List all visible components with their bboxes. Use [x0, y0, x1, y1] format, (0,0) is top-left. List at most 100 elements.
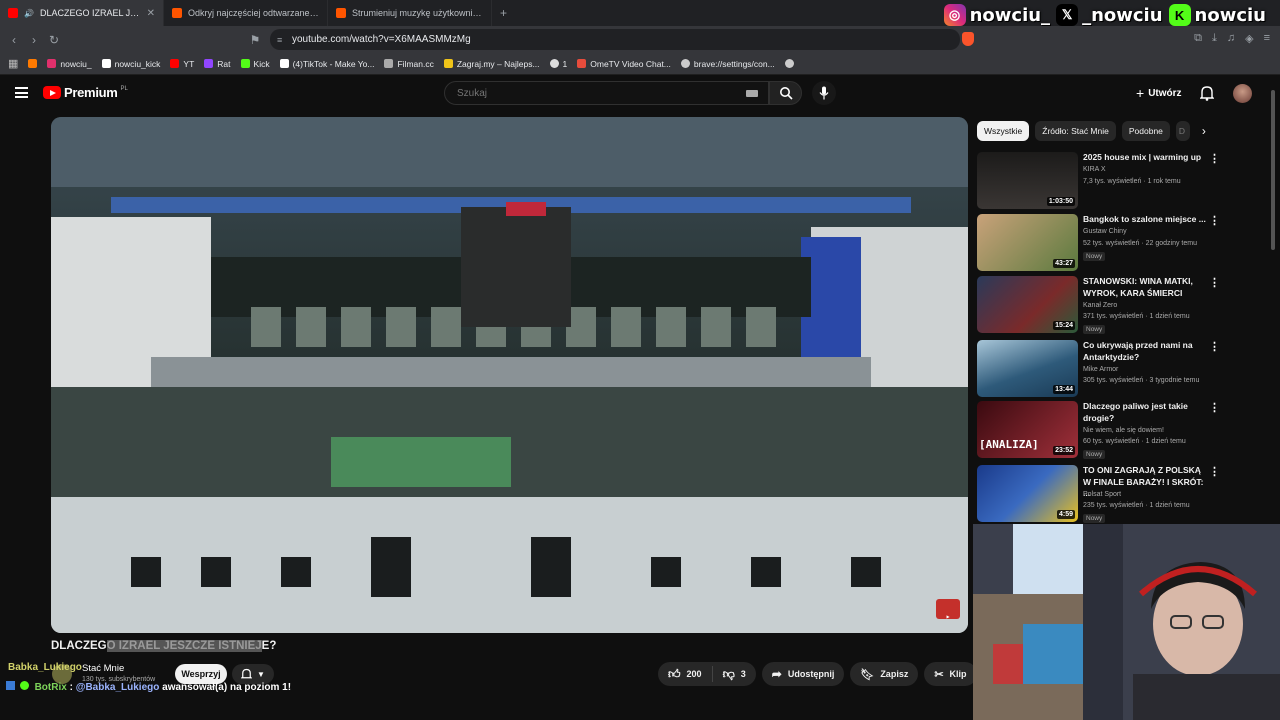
dislike-button[interactable]: 👎︎ 3 [713, 667, 756, 682]
chip-more[interactable]: D [1175, 121, 1190, 141]
subscribe-watermark-icon[interactable]: ▶ [936, 599, 960, 619]
recommendation-item[interactable]: 43:27 Bangkok to szalone miejsce ... Gus… [977, 214, 1267, 272]
wallet-icon[interactable]: ◈ [1245, 32, 1253, 45]
recommendation-filter-chips: Wszystkie Źródło: Stać Mnie Podobne D › [977, 121, 1206, 141]
more-vertical-icon[interactable]: ⋮ [1209, 340, 1220, 353]
share-icon: ➦ [771, 667, 782, 681]
filman-icon [384, 59, 394, 68]
bookmark-item[interactable]: nowciu_ [47, 59, 92, 69]
clip-button[interactable]: ✂ Klip [924, 662, 977, 686]
recommendation-item[interactable]: 4:59 TO ONI ZAGRAJĄ Z POLSKĄ W FINALE BA… [977, 465, 1267, 523]
chat-message: BotRix : @Babka_Lukiego awansował(a) na … [6, 681, 291, 693]
tab-soundcloud-1[interactable]: Odkryj najczęściej odtwarzane utwor [164, 0, 328, 26]
youtube-play-icon [43, 86, 61, 99]
recommendation-item[interactable]: [ANALIZA] 23:52 Dlaczego paliwo jest tak… [977, 401, 1267, 459]
back-icon[interactable]: ‹ [4, 33, 24, 47]
chevron-right-icon[interactable]: › [1202, 124, 1206, 138]
tab-label: DLACZEGO IZRAEL JESZCZE I [39, 8, 141, 18]
bookmark-page-icon[interactable]: ⚑ [245, 33, 265, 47]
ometv-icon [577, 59, 587, 68]
soundcloud-favicon-icon [336, 8, 346, 18]
share-button[interactable]: ➦ Udostępnij [761, 662, 845, 686]
globe-icon [549, 59, 559, 68]
sidebar-scrollbar[interactable] [1271, 90, 1275, 250]
thumbs-down-icon: 👎︎ [722, 666, 735, 681]
bookmark-item[interactable]: YT [170, 59, 194, 69]
bookmark-item[interactable]: 1 [549, 59, 567, 69]
globe-icon[interactable] [784, 59, 794, 68]
more-vertical-icon[interactable]: ⋮ [1209, 276, 1220, 289]
globe-icon [680, 59, 690, 68]
reload-icon[interactable]: ↻ [44, 33, 64, 47]
tab-youtube[interactable]: 🔊 DLACZEGO IZRAEL JESZCZE I ✕ [0, 0, 164, 26]
youtube-favicon-icon [8, 8, 18, 18]
brave-shield-icon[interactable] [962, 32, 974, 46]
more-vertical-icon[interactable]: ⋮ [1209, 465, 1220, 478]
account-avatar[interactable] [1233, 84, 1252, 103]
speaker-icon: 🔊 [24, 8, 34, 18]
youtube-logo[interactable]: Premium PL [43, 85, 128, 100]
bookmark-item[interactable]: brave://settings/con... [680, 59, 775, 69]
search-button[interactable] [769, 81, 802, 105]
notifications-button[interactable] [1199, 85, 1215, 106]
create-button[interactable]: + Utwórz [1136, 85, 1182, 101]
bookmark-icon: 🔖︎ [860, 668, 875, 681]
recommendation-item[interactable]: 1:03:50 2025 house mix | warming up KIRA… [977, 152, 1267, 210]
verified-badge-icon [19, 681, 29, 690]
keyboard-icon[interactable] [746, 90, 758, 97]
extensions-icon[interactable]: ⧉ [1194, 32, 1202, 45]
kick-logo-icon: K [1168, 4, 1191, 26]
recommendation-item[interactable]: 15:24 STANOWSKI: WINA MATKI, WYROK, KARA… [977, 276, 1267, 334]
voice-search-button[interactable] [812, 81, 836, 105]
tab-label: Odkryj najczęściej odtwarzane utwor [188, 8, 319, 18]
more-vertical-icon[interactable]: ⋮ [1209, 214, 1220, 227]
more-vertical-icon[interactable]: ⋮ [1209, 152, 1220, 165]
new-badge: Nowy [1083, 252, 1106, 261]
browser-toolbar-icons: ⧉ ⤓ ♫ ◈ ≡ [1194, 32, 1270, 45]
site-settings-icon[interactable]: ≡ [277, 35, 282, 45]
video-thumbnail[interactable]: 13:44 [977, 340, 1078, 397]
video-thumbnail[interactable]: 4:59 [977, 465, 1078, 522]
channel-name[interactable]: Stać Mnie [82, 663, 124, 674]
bookmark-item[interactable]: Rat [204, 59, 231, 69]
video-thumbnail[interactable]: [ANALIZA] 23:52 [977, 401, 1078, 458]
search-icon [779, 87, 793, 100]
video-player[interactable]: ▶ [51, 117, 968, 633]
bookmark-item[interactable]: Kick [240, 59, 270, 69]
bookmark-item[interactable]: Filman.cc [384, 59, 434, 69]
download-icon[interactable]: ⤓ [1212, 32, 1217, 45]
address-bar-row: ‹ › ↻ ⚑ ≡ youtube.com/watch?v=X6MAASMMzM… [0, 26, 1280, 53]
bookmarks-bar: ▦ nowciu_ nowciu_kick YT Rat Kick (4)Tik… [0, 53, 1280, 75]
video-thumbnail[interactable]: 15:24 [977, 276, 1078, 333]
instagram-icon [47, 59, 57, 68]
video-thumbnail[interactable]: 43:27 [977, 214, 1078, 271]
close-tab-icon[interactable]: ✕ [147, 8, 155, 19]
tab-soundcloud-2[interactable]: Strumieniuj muzykę użytkownika SFW [328, 0, 492, 26]
webcam-overlay [973, 524, 1280, 720]
bookmark-icon[interactable] [28, 59, 38, 68]
chip-source-channel[interactable]: Źródło: Stać Mnie [1035, 121, 1116, 141]
like-button[interactable]: 👍︎ 200 [658, 667, 712, 682]
twitch-icon [204, 59, 214, 68]
bookmark-item[interactable]: Zagraj.my – Najleps... [443, 59, 540, 69]
hamburger-menu-icon[interactable] [15, 87, 28, 98]
search-input[interactable] [455, 86, 735, 100]
tab-label: Strumieniuj muzykę użytkownika SFW [352, 8, 483, 18]
chip-related[interactable]: Podobne [1121, 121, 1170, 141]
bookmark-item[interactable]: (4)TikTok - Make Yo... [279, 59, 374, 69]
recommendation-item[interactable]: 13:44 Co ukrywają przed nami na Antarkty… [977, 340, 1267, 398]
more-vertical-icon[interactable]: ⋮ [1209, 401, 1220, 414]
url-field[interactable]: ≡ youtube.com/watch?v=X6MAASMMzMg [270, 29, 974, 50]
kick-handle: K nowciu [1168, 4, 1266, 26]
bookmark-item[interactable]: OmeTV Video Chat... [577, 59, 671, 69]
forward-icon[interactable]: › [24, 33, 44, 47]
chip-all[interactable]: Wszystkie [977, 121, 1030, 141]
save-button[interactable]: 🔖︎ Zapisz [850, 662, 919, 686]
bookmark-item[interactable]: nowciu_kick [101, 59, 160, 69]
menu-icon[interactable]: ≡ [1264, 32, 1270, 45]
music-icon[interactable]: ♫ [1227, 32, 1235, 45]
new-tab-button[interactable]: + [492, 6, 515, 20]
video-title: DLACZEGO IZRAEL JESZCZE ISTNIEJE? [51, 640, 277, 652]
video-thumbnail[interactable]: 1:03:50 [977, 152, 1078, 209]
apps-grid-icon[interactable]: ▦ [8, 57, 18, 70]
